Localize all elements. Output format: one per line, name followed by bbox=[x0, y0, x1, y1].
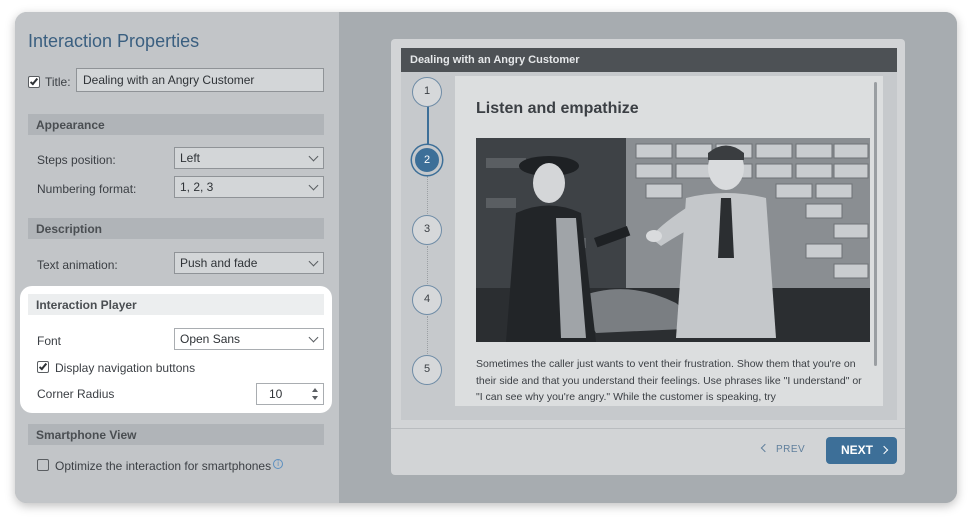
interaction-preview: Dealing with an Angry Customer 1 2 3 4 5… bbox=[391, 39, 905, 475]
card-title: Listen and empathize bbox=[476, 100, 639, 117]
font-select[interactable]: Open Sans bbox=[174, 328, 324, 350]
info-icon[interactable]: i bbox=[273, 459, 284, 469]
chevron-right-icon bbox=[879, 445, 889, 455]
display-nav-label: Display navigation buttons bbox=[55, 361, 196, 375]
card-scrollbar[interactable] bbox=[874, 82, 877, 366]
corner-radius-stepper[interactable]: 10 bbox=[256, 383, 324, 405]
prev-label: PREV bbox=[776, 444, 806, 455]
step-connector bbox=[427, 176, 428, 214]
chevron-down-icon bbox=[308, 151, 319, 162]
steps-position-value: Left bbox=[180, 151, 201, 165]
display-nav-checkbox[interactable] bbox=[37, 361, 49, 373]
app-window: Interaction Properties Title: Dealing wi… bbox=[15, 12, 957, 503]
step-1[interactable]: 1 bbox=[412, 77, 442, 107]
next-label: NEXT bbox=[841, 443, 874, 457]
step-3[interactable]: 3 bbox=[412, 215, 442, 245]
font-label: Font bbox=[37, 334, 62, 348]
prev-button[interactable]: PREV bbox=[760, 443, 806, 455]
appearance-heading: Appearance bbox=[28, 114, 324, 135]
text-animation-label: Text animation: bbox=[37, 258, 118, 272]
steps-position-select[interactable]: Left bbox=[174, 147, 324, 169]
numbering-format-value: 1, 2, 3 bbox=[180, 180, 214, 194]
stepper-down-icon[interactable] bbox=[312, 396, 318, 400]
chevron-down-icon bbox=[308, 256, 319, 267]
corner-radius-label: Corner Radius bbox=[37, 387, 115, 401]
card-text: Sometimes the caller just wants to vent … bbox=[476, 358, 862, 403]
checkmark-icon bbox=[29, 76, 39, 86]
step-connector bbox=[427, 316, 428, 354]
stepper-up-icon[interactable] bbox=[312, 388, 318, 392]
step-5[interactable]: 5 bbox=[412, 355, 442, 385]
numbering-format-select[interactable]: 1, 2, 3 bbox=[174, 176, 324, 198]
step-4[interactable]: 4 bbox=[412, 285, 442, 315]
step-2[interactable]: 2 bbox=[412, 145, 442, 175]
step-connector bbox=[427, 246, 428, 284]
preview-pane: Dealing with an Angry Customer 1 2 3 4 5… bbox=[339, 12, 957, 503]
photo-illustration bbox=[476, 138, 870, 342]
title-checkbox[interactable] bbox=[28, 76, 40, 88]
title-label: Title: bbox=[45, 75, 71, 89]
optimize-smartphone-text: Optimize the interaction for smartphones bbox=[55, 459, 272, 473]
text-animation-value: Push and fade bbox=[180, 256, 258, 270]
customer-service-photo bbox=[476, 138, 870, 342]
chevron-down-icon bbox=[308, 180, 319, 191]
optimize-smartphone-label: Optimize the interaction for smartphones… bbox=[55, 459, 284, 473]
interaction-player-panel: Interaction Player Font Open Sans Displa… bbox=[20, 286, 332, 413]
preview-header: Dealing with an Angry Customer bbox=[401, 48, 897, 72]
steps-position-label: Steps position: bbox=[37, 153, 116, 167]
next-button[interactable]: NEXT bbox=[826, 437, 897, 464]
font-value: Open Sans bbox=[180, 332, 241, 346]
text-animation-select[interactable]: Push and fade bbox=[174, 252, 324, 274]
checkmark-icon bbox=[38, 361, 48, 371]
chevron-down-icon bbox=[308, 332, 319, 343]
properties-panel: Interaction Properties Title: Dealing wi… bbox=[15, 12, 339, 503]
preview-content: 1 2 3 4 5 Listen and empathize Sometimes… bbox=[401, 72, 897, 420]
optimize-smartphone-checkbox[interactable] bbox=[37, 459, 49, 471]
title-input[interactable]: Dealing with an Angry Customer bbox=[76, 68, 324, 92]
smartphone-heading: Smartphone View bbox=[28, 424, 324, 445]
numbering-format-label: Numbering format: bbox=[37, 182, 137, 196]
chevron-left-icon bbox=[760, 443, 770, 453]
corner-radius-value: 10 bbox=[269, 387, 283, 401]
panel-title: Interaction Properties bbox=[28, 31, 200, 51]
interaction-player-heading: Interaction Player bbox=[28, 294, 324, 315]
step-card: Listen and empathize Sometimes the calle… bbox=[455, 76, 883, 406]
description-heading: Description bbox=[28, 218, 324, 239]
footer-divider bbox=[391, 428, 905, 429]
